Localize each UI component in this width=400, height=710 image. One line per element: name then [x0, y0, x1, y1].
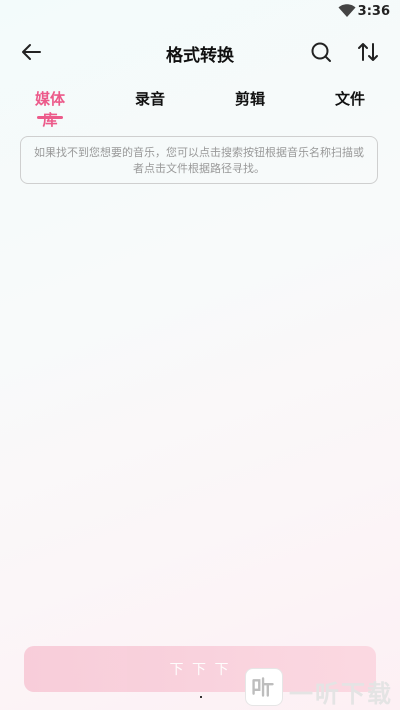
status-time: 3:36	[357, 4, 390, 19]
decorative-dot	[200, 696, 202, 698]
tab-edit[interactable]: 剪辑	[232, 88, 268, 109]
watermark-text: 一听下载	[289, 680, 393, 708]
hint-message: 如果找不到您想要的音乐，您可以点击搜索按钮根据音乐名称扫描或者点击文件根据路径寻…	[20, 136, 378, 184]
tab-active-indicator	[37, 116, 63, 119]
tab-label: 剪辑	[234, 90, 265, 108]
search-icon[interactable]	[309, 40, 333, 64]
tab-recording[interactable]: 录音	[132, 88, 168, 109]
sort-icon[interactable]	[356, 40, 380, 64]
watermark: 一听下载	[245, 668, 400, 708]
tab-bar: 媒体库 录音 剪辑 文件	[0, 88, 400, 129]
tab-media-library[interactable]: 媒体库	[28, 88, 72, 130]
watermark-logo-icon	[245, 668, 283, 706]
wifi-icon	[338, 4, 356, 17]
tab-label: 录音	[134, 90, 165, 108]
tab-file[interactable]: 文件	[332, 88, 368, 109]
status-bar: 3:36	[0, 0, 400, 24]
tab-label: 媒体库	[34, 90, 65, 129]
page-title: 格式转换	[166, 46, 234, 66]
tab-label: 文件	[334, 90, 365, 108]
app-bar: 格式转换	[0, 32, 400, 72]
